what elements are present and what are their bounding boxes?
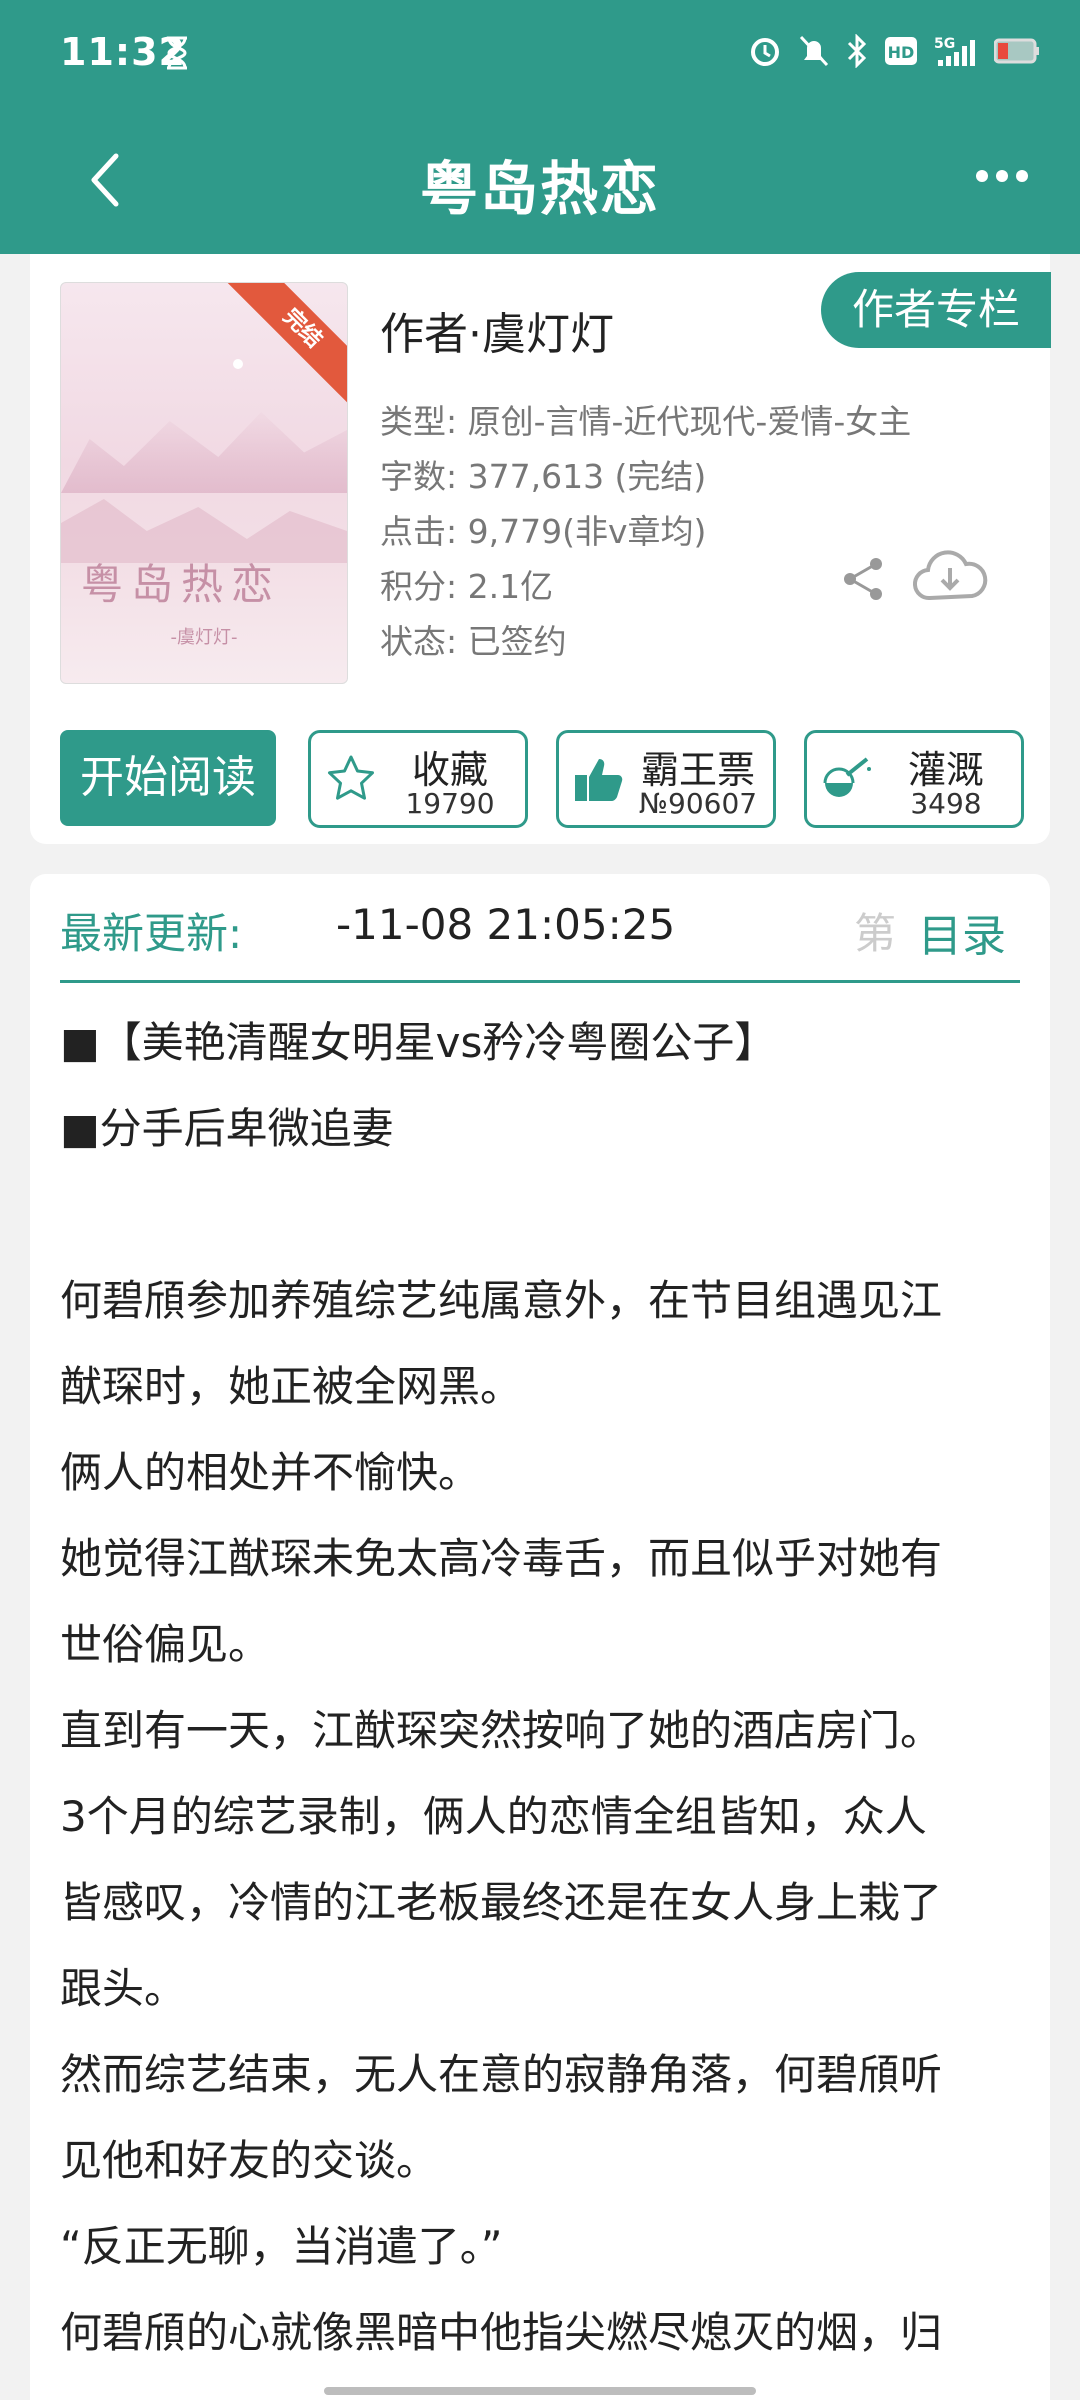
share-icon[interactable] <box>838 554 888 608</box>
cover-title: 粤岛热恋 <box>81 560 282 609</box>
desc-line: 世俗偏见。 <box>60 1620 271 1669</box>
alarm-icon <box>748 34 782 72</box>
favorite-count: 19790 <box>405 787 495 820</box>
latest-update-time: -11-08 21:05:25 <box>336 900 676 949</box>
status-bar: 11:32 HD 5G <box>0 0 1080 112</box>
desc-line: 猷琛时，她正被全网黑。 <box>60 1362 523 1411</box>
desc-line: 她觉得江猷琛未免太高冷毒舌，而且似乎对她有 <box>60 1534 943 1583</box>
nutrient-bottle-icon <box>821 753 873 805</box>
book-meta: 类型: 原创-言情-近代现代-爱情-女主 字数: 377,613 (完结) 点击… <box>380 394 911 669</box>
author-name[interactable]: 作者·虞灯灯 <box>380 298 614 362</box>
favorite-button[interactable]: 收藏 19790 <box>308 730 528 828</box>
desc-line: 何碧頎的心就像黑暗中他指尖燃尽熄灭的烟，归 <box>60 2308 943 2357</box>
battery-icon <box>993 36 1040 70</box>
svg-text:5G: 5G <box>934 36 955 52</box>
completed-ribbon: 完结 <box>227 283 347 404</box>
nutrient-button[interactable]: 灌溉 3498 <box>804 730 1024 828</box>
table-of-contents-button[interactable]: 目录 <box>918 900 1006 964</box>
start-reading-button[interactable]: 开始阅读 <box>60 730 276 826</box>
thumbs-up-icon <box>573 753 625 805</box>
bawang-vote-button[interactable]: 霸王票 №90607 <box>556 730 776 828</box>
desc-line: 跟头。 <box>60 1964 187 2013</box>
book-cover[interactable]: 粤岛热恋 -虞灯灯- 完结 <box>60 282 348 684</box>
desc-line: ■【美艳清醒女明星vs矜冷粤圈公子】 <box>60 1018 777 1067</box>
bluetooth-icon <box>846 33 868 72</box>
desc-line: ■分手后卑微追妻 <box>60 1104 394 1153</box>
star-icon <box>325 753 377 805</box>
home-indicator[interactable] <box>324 2387 756 2395</box>
book-detail-card: 最新更新: -11-08 21:05:25 第 目录 ■【美艳清醒女明星vs矜冷… <box>30 874 1050 2400</box>
bawang-label: 霸王票 <box>640 748 755 792</box>
nutrient-label: 灌溉 <box>907 748 984 792</box>
meta-clicks: 点击: 9,779(非v章均) <box>380 512 707 551</box>
desc-line: 俩人的相处并不愉快。 <box>60 1448 481 1497</box>
latest-update-label: 最新更新: <box>60 909 243 958</box>
page-title: 粤岛热恋 <box>419 155 660 223</box>
bell-off-icon <box>798 34 830 72</box>
cover-author: -虞灯灯- <box>170 627 238 648</box>
signal-5g-icon: 5G <box>934 34 978 72</box>
desc-line: 何碧頎参加养殖综艺纯属意外，在节目组遇见江 <box>60 1276 943 1325</box>
desc-line <box>60 1172 1040 1258</box>
desc-line: 直到有一天，江猷琛突然按响了她的酒店房门。 <box>60 1706 943 1755</box>
latest-update-bar[interactable]: 最新更新: -11-08 21:05:25 第 目录 <box>60 874 1020 983</box>
favorite-label: 收藏 <box>411 748 488 792</box>
meta-genre: 类型: 原创-言情-近代现代-爱情-女主 <box>380 402 912 441</box>
hourglass-icon <box>165 36 189 74</box>
meta-points: 积分: 2.1亿 <box>380 567 554 606</box>
nutrient-count: 3498 <box>910 787 982 820</box>
bawang-count: №90607 <box>638 787 758 820</box>
book-info-card: 粤岛热恋 -虞灯灯- 完结 作者·虞灯灯 作者专栏 类型: 原创-言情-近代现代… <box>30 254 1051 844</box>
book-description: ■【美艳清醒女明星vs矜冷粤圈公子】 ■分手后卑微追妻 何碧頎参加养殖综艺纯属意… <box>60 1000 1040 2376</box>
latest-chapter-fragment: 第 <box>854 909 897 958</box>
desc-line: 皆感叹，冷情的江老板最终还是在女人身上栽了 <box>60 1878 943 1927</box>
hd-icon: HD <box>884 36 918 70</box>
cloud-download-icon[interactable] <box>910 546 990 610</box>
desc-line: “反正无聊，当消遣了。” <box>60 2222 503 2271</box>
meta-status: 状态: 已签约 <box>380 622 567 661</box>
svg-text:HD: HD <box>888 43 915 62</box>
author-column-button[interactable]: 作者专栏 <box>821 272 1051 348</box>
desc-line: 3个月的综艺录制，俩人的恋情全组皆知，众人 <box>60 1792 927 1841</box>
desc-line: 然而综艺结束，无人在意的寂静角落，何碧頎听 <box>60 2050 943 2099</box>
meta-word-count: 字数: 377,613 (完结) <box>380 457 707 496</box>
desc-line: 见他和好友的交谈。 <box>60 2136 439 2185</box>
nav-bar: 粤岛热恋 <box>0 112 1080 254</box>
more-options-icon[interactable] <box>976 170 1028 182</box>
